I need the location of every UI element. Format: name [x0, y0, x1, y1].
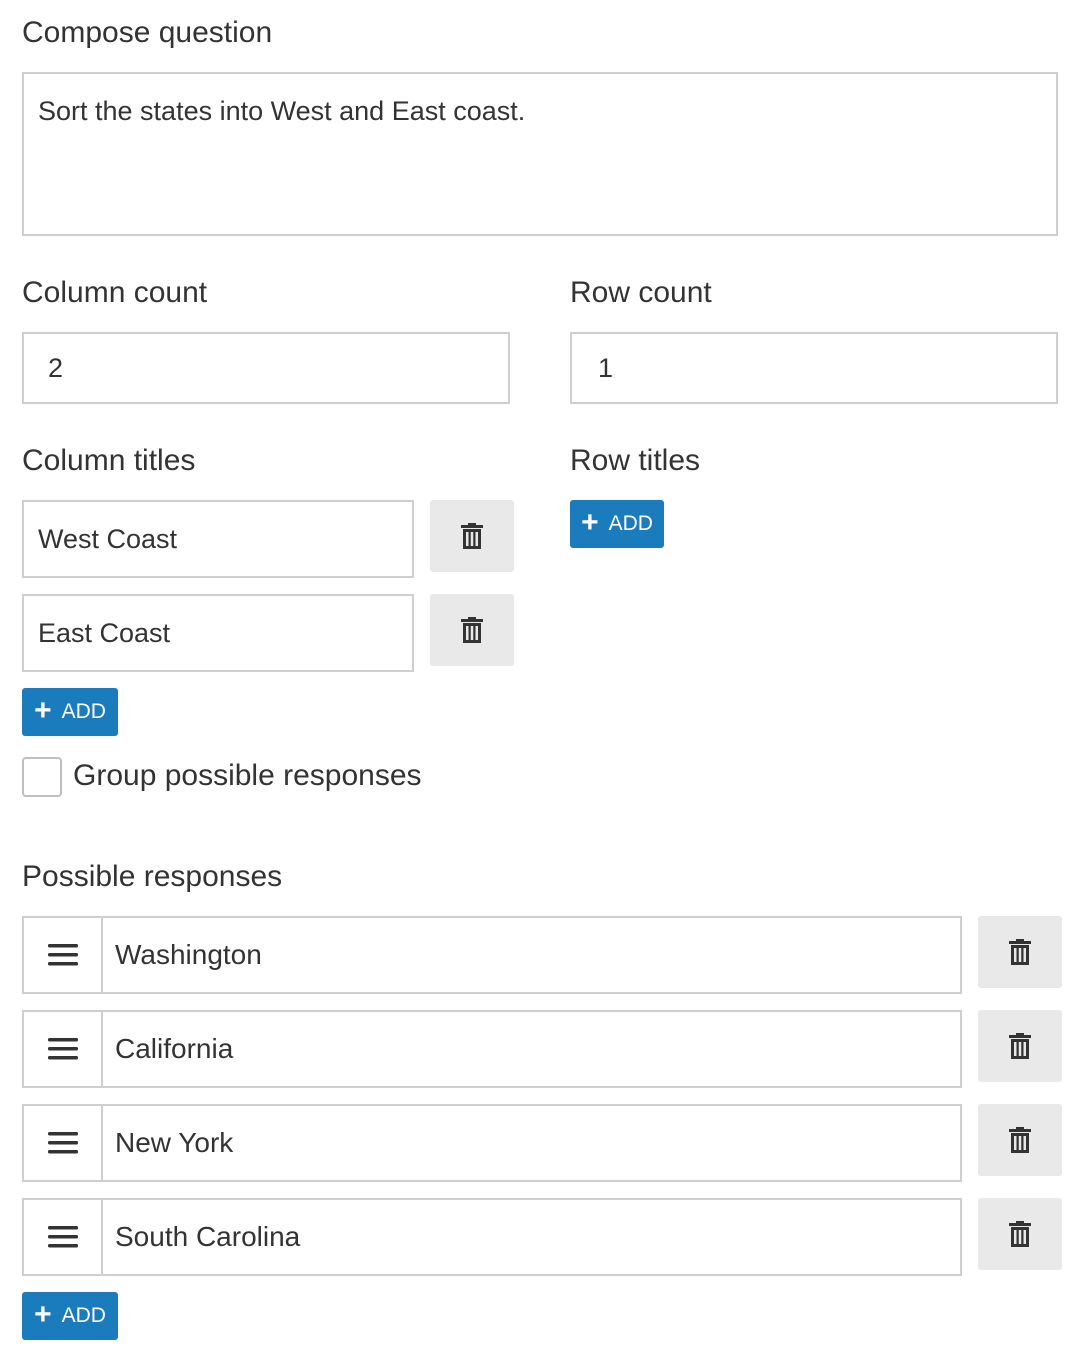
add-row-title-button[interactable]: + ADD [570, 500, 664, 548]
add-column-title-label: ADD [61, 700, 106, 723]
column-count-value: 2 [48, 352, 64, 383]
column-title-value: West Coast [38, 523, 178, 554]
column-title-input[interactable]: East Coast [22, 594, 414, 672]
response-row[interactable]: South Carolina [22, 1198, 962, 1276]
response-text[interactable]: South Carolina [103, 1200, 300, 1274]
drag-handle[interactable] [24, 1106, 103, 1180]
column-title-input[interactable]: West Coast [22, 500, 414, 578]
plus-icon: + [581, 505, 599, 539]
add-row-title-label: ADD [608, 512, 653, 535]
add-response-label: ADD [61, 1304, 106, 1327]
trash-icon [1009, 1221, 1031, 1247]
delete-response-button[interactable] [978, 916, 1062, 988]
plus-icon: + [34, 1297, 52, 1331]
delete-response-button[interactable] [978, 1104, 1062, 1176]
delete-response-button[interactable] [978, 1010, 1062, 1082]
trash-icon [1009, 1127, 1031, 1153]
compose-question-text: Sort the states into West and East coast… [38, 96, 526, 126]
delete-response-button[interactable] [978, 1198, 1062, 1270]
drag-handle-icon [47, 1226, 78, 1248]
trash-icon [461, 617, 483, 643]
row-count-label: Row count [570, 276, 712, 309]
possible-responses-label: Possible responses [22, 860, 283, 893]
compose-question-textarea[interactable]: Sort the states into West and East coast… [22, 72, 1058, 236]
drag-handle[interactable] [24, 918, 103, 992]
trash-icon [1009, 1033, 1031, 1059]
row-count-value: 1 [598, 352, 614, 383]
add-column-title-button[interactable]: + ADD [22, 688, 118, 736]
group-responses-label: Group possible responses [73, 759, 422, 792]
row-count-input[interactable]: 1 [570, 332, 1058, 404]
column-count-label: Column count [22, 276, 208, 309]
response-text[interactable]: California [103, 1012, 233, 1086]
column-titles-label: Column titles [22, 444, 196, 477]
row-titles-label: Row titles [570, 444, 701, 477]
drag-handle-icon [47, 1038, 78, 1060]
response-row[interactable]: New York [22, 1104, 962, 1182]
trash-icon [461, 523, 483, 549]
delete-column-title-button[interactable] [430, 500, 514, 572]
drag-handle-icon [47, 944, 78, 966]
group-responses-checkbox[interactable] [22, 757, 62, 797]
trash-icon [1009, 939, 1031, 965]
drag-handle[interactable] [24, 1012, 103, 1086]
compose-question-label: Compose question [22, 16, 273, 49]
response-text[interactable]: Washington [103, 918, 262, 992]
plus-icon: + [34, 693, 52, 727]
column-count-input[interactable]: 2 [22, 332, 510, 404]
response-row[interactable]: Washington [22, 916, 962, 994]
drag-handle[interactable] [24, 1200, 103, 1274]
drag-handle-icon [47, 1132, 78, 1154]
delete-column-title-button[interactable] [430, 594, 514, 666]
column-title-value: East Coast [38, 617, 171, 648]
add-response-button[interactable]: + ADD [22, 1292, 118, 1340]
response-text[interactable]: New York [103, 1106, 233, 1180]
response-row[interactable]: California [22, 1010, 962, 1088]
